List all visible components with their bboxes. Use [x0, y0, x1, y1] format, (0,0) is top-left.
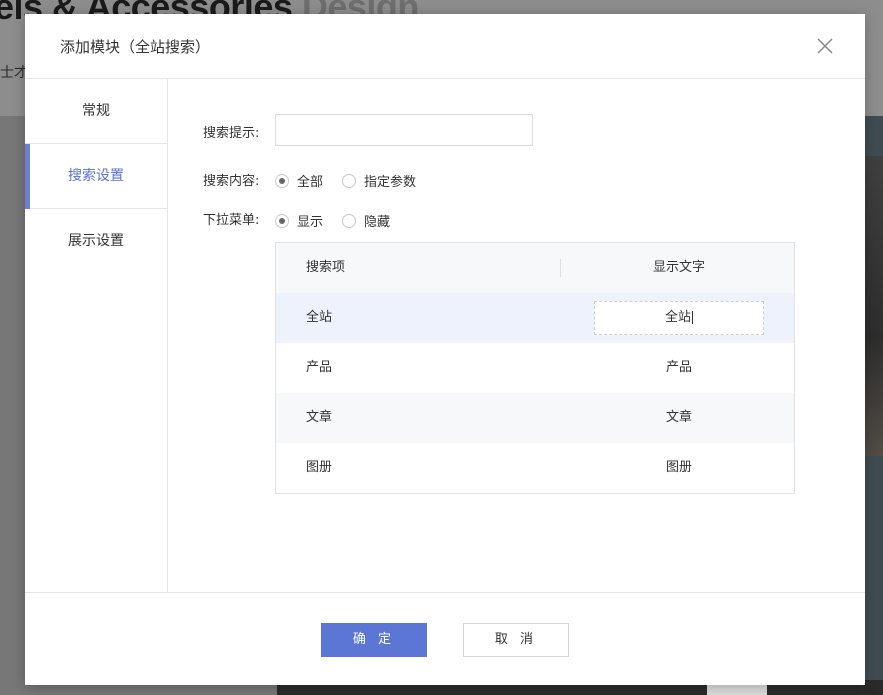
table-row[interactable]: 全站 全站 — [276, 293, 794, 343]
sidebar-item-search-settings[interactable]: 搜索设置 — [25, 144, 167, 209]
table-row[interactable]: 图册 图册 — [276, 443, 794, 493]
row-display-text[interactable]: 图册 — [594, 443, 764, 493]
column-header-display-text: 显示文字 — [652, 260, 705, 275]
row-search-item: 全站 — [306, 310, 333, 325]
sidebar-item-display-settings[interactable]: 展示设置 — [25, 209, 167, 274]
dropdown-menu-label: 下拉菜单: — [203, 213, 260, 228]
close-icon[interactable] — [815, 36, 835, 56]
radio-search-content-all[interactable]: 全部 — [275, 171, 323, 190]
sidebar-item-general[interactable]: 常规 — [25, 79, 167, 144]
settings-content: 搜索提示: 搜索内容: 全部 指定参数 下拉菜单: 显示 隐藏 搜索项 显示文字 — [168, 79, 865, 592]
radio-checked-icon — [275, 213, 289, 228]
search-hint-input[interactable] — [275, 114, 533, 146]
radio-checked-icon — [275, 173, 289, 188]
cancel-button[interactable]: 取 消 — [463, 623, 569, 657]
search-hint-label: 搜索提示: — [203, 126, 260, 141]
dialog-footer: 确 定 取 消 — [25, 592, 865, 686]
search-items-table: 搜索项 显示文字 全站 全站 产品 产品 文章 文章 图册 图册 — [275, 242, 795, 494]
display-text-input[interactable]: 全站 — [594, 301, 764, 335]
radio-search-content-specified[interactable]: 指定参数 — [342, 171, 416, 190]
table-row[interactable]: 文章 文章 — [276, 393, 794, 443]
column-header-search-item: 搜索项 — [306, 260, 346, 275]
radio-dropdown-hide[interactable]: 隐藏 — [342, 211, 390, 230]
row-display-text[interactable]: 文章 — [594, 393, 764, 443]
search-content-label: 搜索内容: — [203, 174, 260, 189]
background-subtitle: 士才 — [0, 65, 28, 81]
table-row[interactable]: 产品 产品 — [276, 343, 794, 393]
radio-dropdown-show[interactable]: 显示 — [275, 211, 323, 230]
row-search-item: 图册 — [306, 460, 333, 475]
confirm-button[interactable]: 确 定 — [321, 623, 427, 657]
text-cursor-icon — [692, 311, 693, 324]
row-display-text[interactable]: 产品 — [594, 343, 764, 393]
column-divider — [560, 259, 561, 277]
dialog-title: 添加模块（全站搜索） — [60, 38, 211, 56]
row-search-item: 产品 — [306, 360, 333, 375]
row-search-item: 文章 — [306, 410, 333, 425]
table-header-row: 搜索项 显示文字 — [276, 243, 794, 293]
dialog-header: 添加模块（全站搜索） — [25, 14, 865, 79]
radio-unchecked-icon — [342, 213, 356, 228]
radio-unchecked-icon — [342, 173, 356, 188]
settings-sidebar: 常规 搜索设置 展示设置 — [25, 79, 168, 592]
add-module-dialog: 添加模块（全站搜索） 常规 搜索设置 展示设置 搜索提示: 搜索内容: 全部 指… — [25, 14, 865, 685]
